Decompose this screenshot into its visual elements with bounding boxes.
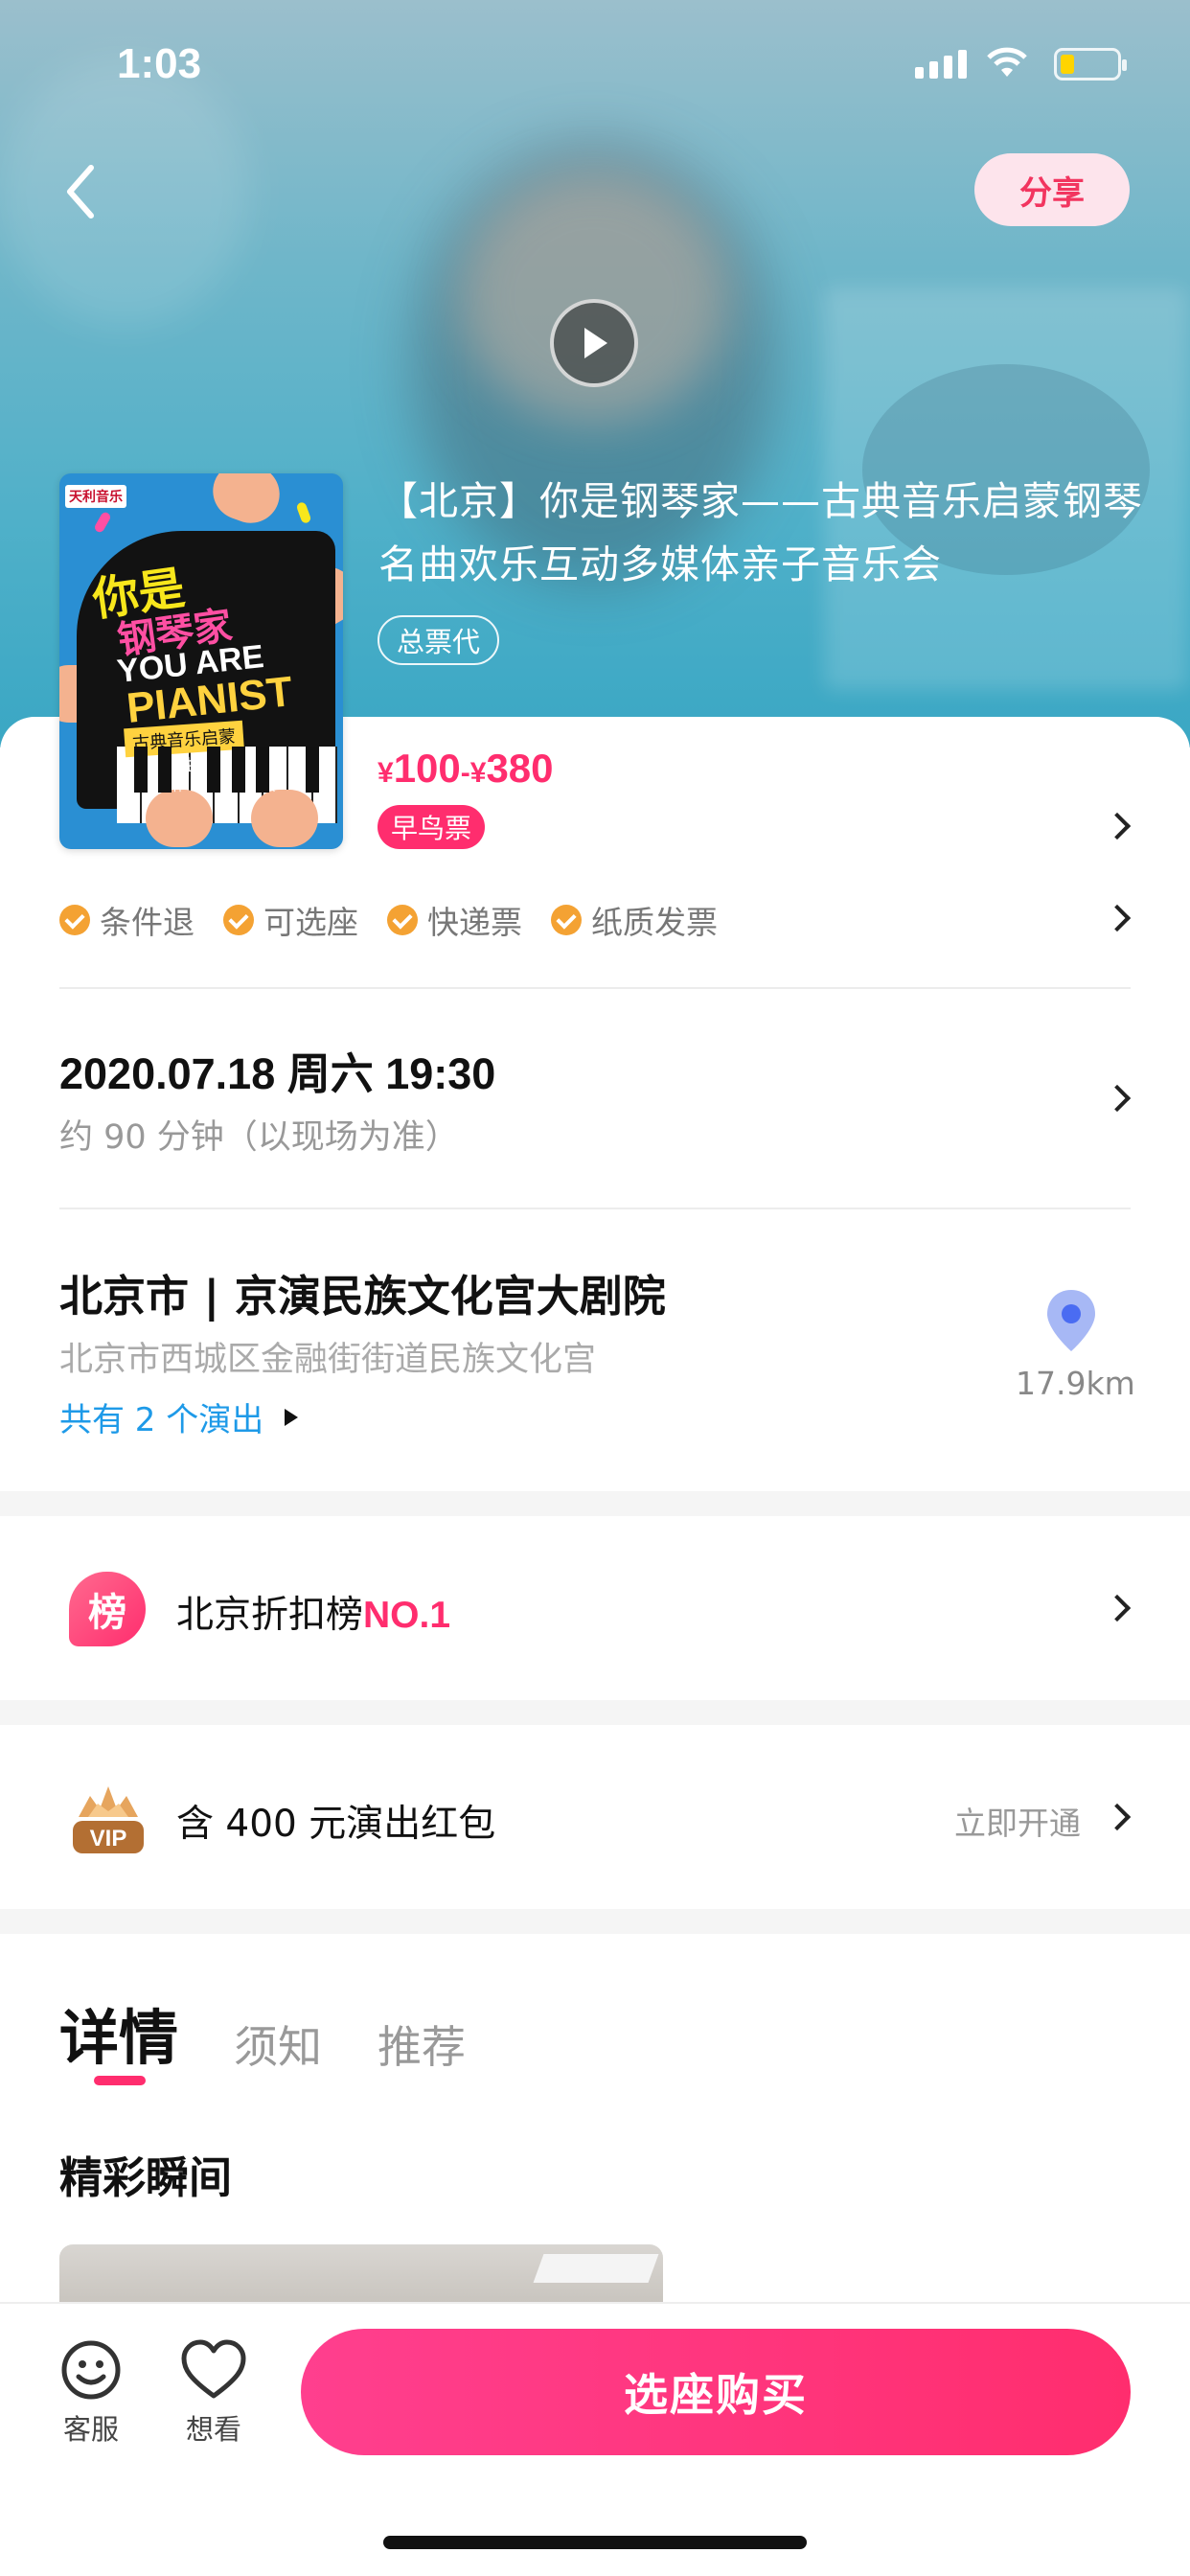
svg-text:VIP: VIP	[90, 1826, 127, 1852]
wifi-icon	[987, 47, 1027, 77]
vip-open-link[interactable]: 立即开通	[954, 1798, 1081, 1844]
status-time: 1:03	[117, 40, 202, 87]
poster-logo: 天利音乐	[65, 485, 126, 508]
check-icon	[223, 905, 254, 935]
ranking-text[interactable]: 北京折扣榜NO.1	[176, 1585, 450, 1639]
vip-red-packet-text: 含 400 元演出红包	[176, 1803, 496, 1846]
section-gap	[0, 1491, 1190, 1516]
ranking-icon: 榜	[69, 1572, 146, 1646]
tab-details[interactable]: 详情	[59, 1990, 178, 2076]
feature-item: 快递票	[387, 897, 522, 943]
status-bar: 1:03	[0, 0, 1190, 125]
play-video-button[interactable]	[550, 299, 638, 387]
active-tab-indicator	[94, 2076, 146, 2085]
battery-icon	[1054, 48, 1127, 80]
agent-tag: 总票代	[378, 615, 500, 665]
event-poster[interactable]: 天利音乐 你是 钢琴家 YOU ARE PIANIST 古典音乐启蒙 钢琴名曲+…	[59, 473, 343, 849]
price-range[interactable]: ¥100-¥380	[378, 746, 554, 792]
early-bird-tag: 早鸟票	[378, 805, 486, 849]
venue-name[interactable]: 北京市 | 京演民族文化宫大剧院	[59, 1261, 666, 1323]
divider	[59, 1208, 1131, 1209]
vip-crown-icon: VIP	[73, 1786, 144, 1853]
select-seat-buy-button[interactable]: 选座购买	[301, 2329, 1131, 2455]
feature-item: 纸质发票	[551, 897, 718, 943]
check-icon	[59, 905, 90, 935]
venue-address: 北京市西城区金融街街道民族文化宫	[59, 1341, 597, 1379]
feature-item: 可选座	[223, 897, 358, 943]
event-title: 【北京】你是钢琴家——古典音乐启蒙钢琴名曲欢乐互动多媒体亲子音乐会	[378, 478, 1143, 587]
home-indicator	[383, 2536, 807, 2549]
highlight-thumbnail[interactable]	[59, 2244, 663, 2302]
share-button[interactable]: 分享	[974, 153, 1130, 226]
detail-tabs: 详情 须知 推荐	[59, 1990, 466, 2076]
check-icon	[551, 905, 582, 935]
check-icon	[387, 905, 418, 935]
location-pin-icon[interactable]	[1044, 1288, 1098, 1355]
feature-item: 条件退	[59, 897, 195, 943]
wishlist-button[interactable]: 想看	[180, 2338, 247, 2448]
back-arrow-icon[interactable]	[53, 158, 110, 225]
venue-distance: 17.9km	[1016, 1365, 1135, 1402]
play-triangle-icon	[285, 1408, 299, 1426]
show-datetime[interactable]: 2020.07.18 周六 19:30	[59, 1039, 495, 1101]
section-gap	[0, 1700, 1190, 1725]
cellular-signal-icon	[915, 50, 967, 79]
show-duration: 约 90 分钟（以现场为准）	[59, 1118, 459, 1157]
tab-recommend[interactable]: 推荐	[378, 2012, 466, 2076]
customer-service-button[interactable]: 客服	[59, 2338, 123, 2448]
heart-icon	[181, 2339, 246, 2399]
divider	[59, 987, 1131, 989]
service-features[interactable]: 条件退 可选座 快递票 纸质发票	[59, 897, 718, 943]
customer-service-icon	[61, 2340, 121, 2400]
tab-notice[interactable]: 须知	[234, 2012, 322, 2076]
venue-shows-link[interactable]: 共有 2 个演出	[59, 1393, 299, 1440]
play-icon	[584, 328, 607, 358]
highlights-title: 精彩瞬间	[59, 2152, 233, 2203]
section-gap	[0, 1909, 1190, 1934]
